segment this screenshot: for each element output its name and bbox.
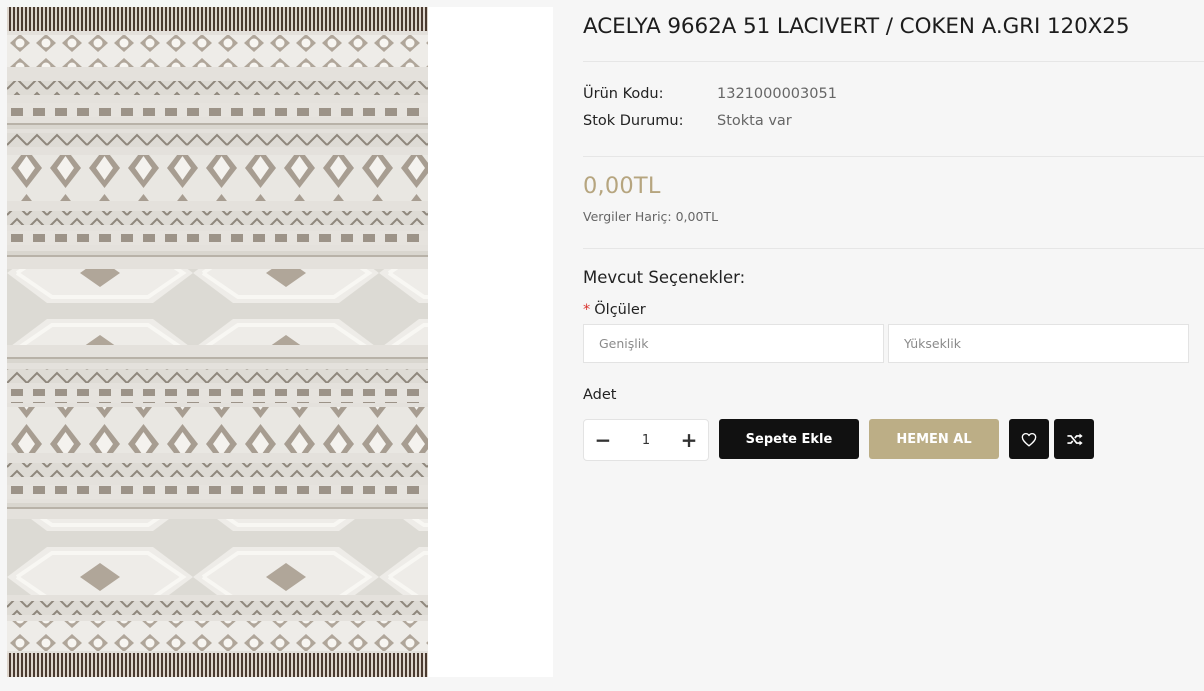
product-image[interactable]: [7, 7, 428, 677]
required-mark: *: [583, 302, 591, 318]
dimensions-label-text: Ölçüler: [594, 302, 646, 318]
quantity-label: Adet: [583, 387, 617, 403]
product-price: 0,00TL: [583, 173, 661, 199]
decrement-button[interactable]: −: [584, 420, 622, 460]
product-image-panel: [7, 7, 553, 677]
stock-status-value: Stokta var: [717, 113, 792, 129]
add-to-cart-button[interactable]: Sepete Ekle: [719, 419, 859, 459]
divider: [583, 248, 1204, 249]
quantity-input[interactable]: [622, 420, 670, 460]
product-code-value: 1321000003051: [717, 86, 837, 102]
compare-button[interactable]: [1054, 419, 1094, 459]
stock-status-label: Stok Durumu:: [583, 113, 684, 129]
product-info: ACELYA 9662A 51 LACIVERT / COKEN A.GRI 1…: [583, 0, 1204, 691]
stock-status-row: Stok Durumu: Stokta var: [583, 113, 983, 133]
divider: [583, 156, 1204, 157]
heart-icon: [1021, 432, 1037, 447]
quantity-stepper: − +: [583, 419, 709, 461]
divider: [583, 61, 1204, 62]
width-input[interactable]: [583, 324, 884, 363]
tax-excluded-price: Vergiler Hariç: 0,00TL: [583, 209, 719, 224]
height-input[interactable]: [888, 324, 1189, 363]
buy-now-button[interactable]: HEMEN AL: [869, 419, 999, 459]
options-title: Mevcut Seçenekler:: [583, 268, 746, 287]
product-code-label: Ürün Kodu:: [583, 86, 664, 102]
dimensions-label: * Ölçüler: [583, 302, 646, 318]
shuffle-icon: [1066, 432, 1083, 446]
wishlist-button[interactable]: [1009, 419, 1049, 459]
product-title: ACELYA 9662A 51 LACIVERT / COKEN A.GRI 1…: [583, 14, 1130, 39]
product-code-row: Ürün Kodu: 1321000003051: [583, 86, 983, 106]
increment-button[interactable]: +: [670, 420, 708, 460]
